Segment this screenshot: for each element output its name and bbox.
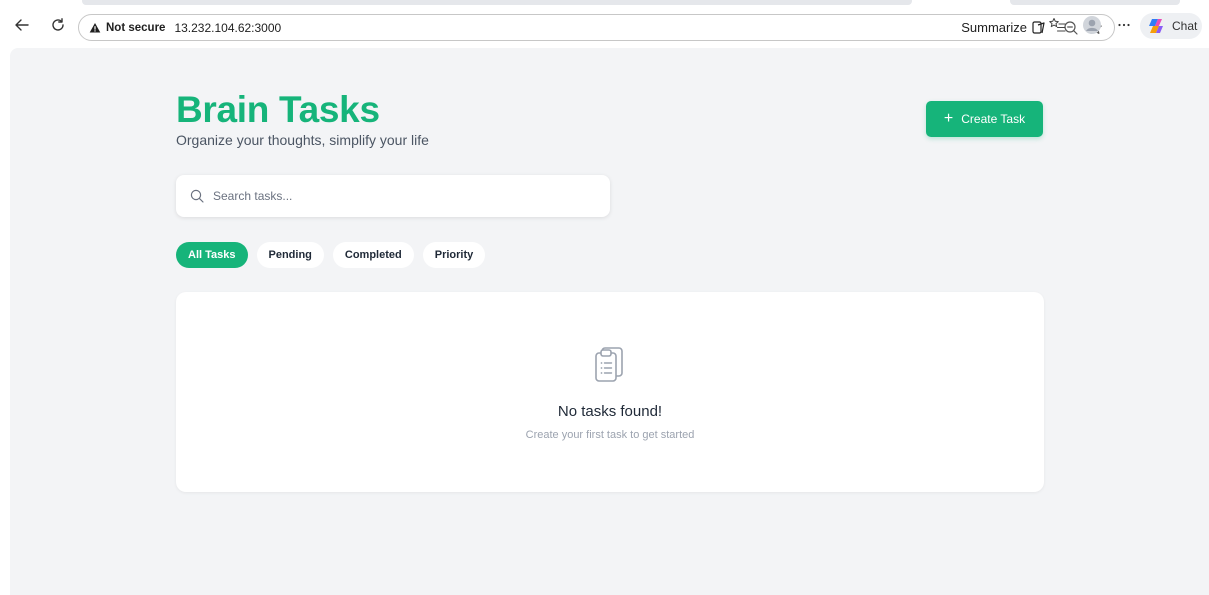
summarize-icon: [1032, 20, 1045, 34]
security-label[interactable]: Not secure: [106, 22, 165, 34]
empty-state-title: No tasks found!: [557, 403, 663, 420]
filter-pending[interactable]: Pending: [256, 242, 324, 268]
favorites-button[interactable]: [1047, 15, 1067, 35]
filter-priority[interactable]: Priority: [422, 242, 486, 268]
filter-tabs: All Tasks Pending Completed Priority: [176, 242, 486, 268]
arrow-left-icon: [15, 19, 29, 31]
profile-avatar-icon: [1083, 16, 1101, 34]
url-text[interactable]: 13.232.104.62:3000: [174, 21, 281, 35]
reload-icon: [52, 18, 64, 31]
create-task-button[interactable]: + Create Task: [926, 101, 1043, 137]
address-bar[interactable]: Not secure 13.232.104.62:3000 Summarize: [78, 14, 1115, 41]
empty-state-card: No tasks found! Create your first task t…: [176, 292, 1044, 492]
tab-strip-edge: [82, 0, 912, 5]
search-box[interactable]: [176, 175, 610, 217]
more-dots-icon: [1118, 23, 1130, 27]
filter-completed[interactable]: Completed: [332, 242, 414, 268]
more-button[interactable]: [1114, 15, 1134, 35]
back-button[interactable]: [12, 15, 32, 35]
summarize-button[interactable]: Summarize: [961, 19, 1048, 37]
page-viewport: Brain Tasks Organize your thoughts, simp…: [10, 48, 1209, 595]
create-task-label: Create Task: [961, 112, 1026, 126]
app-subtitle: Organize your thoughts, simplify your li…: [176, 132, 429, 148]
empty-state-subtitle: Create your first task to get started: [525, 429, 695, 441]
plus-icon: +: [943, 110, 954, 127]
reload-button[interactable]: [48, 15, 68, 35]
tab-strip-edge: [1010, 0, 1180, 5]
summarize-label: Summarize: [961, 20, 1027, 35]
warning-triangle-icon[interactable]: [89, 22, 101, 34]
app-title: Brain Tasks: [176, 89, 380, 130]
search-input[interactable]: [213, 189, 583, 203]
favorites-list-icon: [1049, 18, 1066, 32]
copilot-icon: [1149, 19, 1163, 33]
profile-button[interactable]: [1082, 15, 1102, 35]
filter-all-tasks[interactable]: All Tasks: [176, 242, 248, 268]
browser-toolbar: Not secure 13.232.104.62:3000 Summarize: [0, 0, 1209, 48]
chat-label: Chat: [1172, 19, 1198, 33]
chat-button[interactable]: Chat: [1140, 13, 1202, 39]
clipboard-icon: [592, 342, 628, 384]
search-icon: [190, 189, 204, 203]
